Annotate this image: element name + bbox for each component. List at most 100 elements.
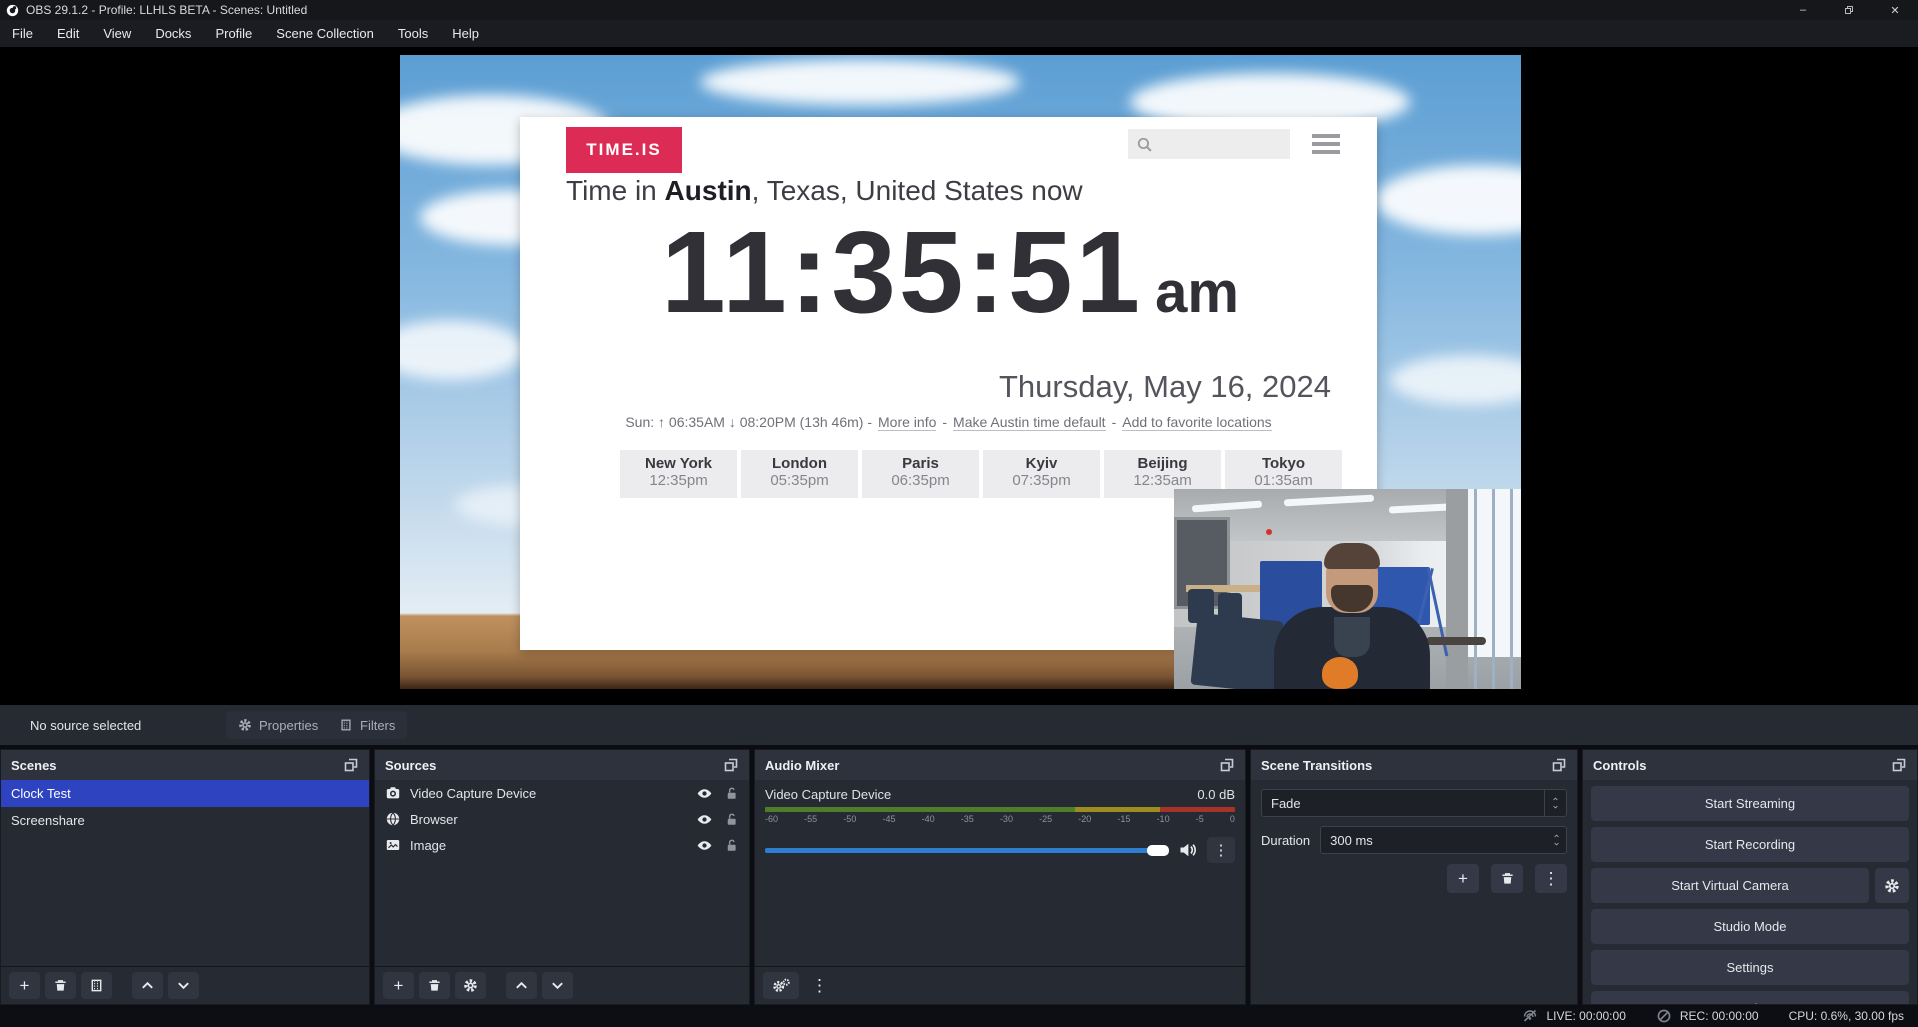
clock-ampm: am xyxy=(1155,259,1239,326)
cloud xyxy=(1390,355,1521,405)
mixer-menu-button[interactable]: ⋮ xyxy=(804,972,835,999)
window-title: OBS 29.1.2 - Profile: LLHLS BETA - Scene… xyxy=(26,3,307,17)
city-tile[interactable]: London05:35pm xyxy=(741,450,858,498)
filters-icon xyxy=(339,718,353,732)
chevron-up-icon xyxy=(140,978,155,993)
scenes-title: Scenes xyxy=(11,758,57,773)
audio-mixer-panel: Audio Mixer Video Capture Device 0.0 dB … xyxy=(754,749,1246,1005)
settings-button[interactable]: Settings xyxy=(1591,950,1909,985)
restore-button[interactable] xyxy=(1826,0,1872,20)
popout-icon[interactable] xyxy=(723,757,739,773)
studio-mode-button[interactable]: Studio Mode xyxy=(1591,909,1909,944)
add-favorite-link[interactable]: Add to favorite locations xyxy=(1122,414,1271,431)
trash-icon xyxy=(427,978,442,993)
lock-icon[interactable] xyxy=(724,838,739,853)
search-icon xyxy=(1136,136,1153,153)
mixer-channel-menu-button[interactable]: ⋮ xyxy=(1207,837,1235,863)
source-row-image[interactable]: Image xyxy=(375,832,749,858)
clock-time: 11:35:51 xyxy=(661,205,1143,339)
record-inactive-icon xyxy=(1656,1008,1672,1024)
popout-icon[interactable] xyxy=(1219,757,1235,773)
properties-button[interactable]: Properties xyxy=(226,711,330,739)
close-button[interactable]: ✕ xyxy=(1872,0,1918,20)
globe-icon xyxy=(385,811,401,827)
scene-up-button[interactable] xyxy=(132,972,163,999)
popout-icon[interactable] xyxy=(1551,757,1567,773)
source-row-video-capture[interactable]: Video Capture Device xyxy=(375,780,749,806)
scene-item-clock-test[interactable]: Clock Test xyxy=(1,780,369,807)
start-streaming-button[interactable]: Start Streaming xyxy=(1591,786,1909,821)
remove-transition-button[interactable] xyxy=(1491,864,1523,893)
more-info-link[interactable]: More info xyxy=(878,414,936,431)
chevron-down-icon xyxy=(176,978,191,993)
city-tile[interactable]: New York12:35pm xyxy=(620,450,737,498)
advanced-audio-button[interactable] xyxy=(763,972,799,999)
search-input[interactable] xyxy=(1128,129,1290,159)
source-properties-button[interactable] xyxy=(455,972,486,999)
preview-canvas[interactable]: TIME.IS Time in Austin, Texas, United St… xyxy=(400,55,1521,689)
dock-area: Scenes Clock Test Screenshare + Sources … xyxy=(0,749,1918,1005)
transition-select[interactable]: Fade xyxy=(1261,789,1567,817)
menu-file[interactable]: File xyxy=(0,20,45,47)
menu-edit[interactable]: Edit xyxy=(45,20,91,47)
remove-source-button[interactable] xyxy=(419,972,450,999)
rec-timer: REC: 00:00:00 xyxy=(1680,1009,1759,1023)
remove-scene-button[interactable] xyxy=(45,972,76,999)
transition-menu-button[interactable]: ⋮ xyxy=(1535,864,1567,893)
duration-input[interactable]: 300 ms xyxy=(1320,826,1567,854)
lock-icon[interactable] xyxy=(724,786,739,801)
speaker-icon[interactable] xyxy=(1178,840,1198,860)
chevron-down-icon xyxy=(550,978,565,993)
exit-button[interactable]: Exit xyxy=(1591,991,1909,1004)
start-recording-button[interactable]: Start Recording xyxy=(1591,827,1909,862)
cloud xyxy=(400,320,525,380)
gear-icon xyxy=(1884,878,1900,894)
city-tile[interactable]: Paris06:35pm xyxy=(862,450,979,498)
source-up-button[interactable] xyxy=(506,972,537,999)
menu-help[interactable]: Help xyxy=(440,20,491,47)
filters-icon xyxy=(89,978,104,993)
lock-icon[interactable] xyxy=(724,812,739,827)
add-scene-button[interactable]: + xyxy=(9,972,40,999)
menu-profile[interactable]: Profile xyxy=(203,20,264,47)
menu-scene-collection[interactable]: Scene Collection xyxy=(264,20,386,47)
eye-icon[interactable] xyxy=(696,785,713,802)
city-tile[interactable]: Kyiv07:35pm xyxy=(983,450,1100,498)
menubar: File Edit View Docks Profile Scene Colle… xyxy=(0,20,1918,47)
source-toolbar: No source selected Properties Filters xyxy=(0,705,1918,745)
menu-tools[interactable]: Tools xyxy=(386,20,440,47)
spin-down-icon[interactable] xyxy=(1552,841,1561,847)
source-row-browser[interactable]: Browser xyxy=(375,806,749,832)
popout-icon[interactable] xyxy=(343,757,359,773)
minimize-button[interactable]: – xyxy=(1780,0,1826,20)
preview-area: TIME.IS Time in Austin, Texas, United St… xyxy=(0,47,1918,705)
make-default-link[interactable]: Make Austin time default xyxy=(953,414,1106,431)
menu-docks[interactable]: Docks xyxy=(143,20,203,47)
popout-icon[interactable] xyxy=(1891,757,1907,773)
timeis-logo[interactable]: TIME.IS xyxy=(566,127,682,173)
volume-slider[interactable] xyxy=(765,848,1169,853)
hamburger-menu-icon[interactable] xyxy=(1312,134,1340,154)
audio-gears-icon xyxy=(772,978,791,993)
sources-title: Sources xyxy=(385,758,436,773)
source-down-button[interactable] xyxy=(542,972,573,999)
spin-up-icon[interactable] xyxy=(1552,833,1561,839)
eye-icon[interactable] xyxy=(696,837,713,854)
live-timer: LIVE: 00:00:00 xyxy=(1546,1009,1625,1023)
virtual-camera-settings-button[interactable] xyxy=(1875,868,1909,903)
start-virtual-camera-button[interactable]: Start Virtual Camera xyxy=(1591,868,1869,903)
add-transition-button[interactable]: + xyxy=(1447,864,1479,893)
webcam-overlay[interactable] xyxy=(1174,489,1521,689)
scene-filters-button[interactable] xyxy=(81,972,112,999)
volume-slider-handle[interactable] xyxy=(1147,845,1169,856)
statusbar: LIVE: 00:00:00 REC: 00:00:00 CPU: 0.6%, … xyxy=(0,1005,1918,1027)
add-source-button[interactable]: + xyxy=(383,972,414,999)
controls-panel: Controls Start Streaming Start Recording… xyxy=(1582,749,1918,1005)
cpu-fps-stats: CPU: 0.6%, 30.00 fps xyxy=(1789,1009,1904,1023)
scene-down-button[interactable] xyxy=(168,972,199,999)
menu-view[interactable]: View xyxy=(91,20,143,47)
scene-item-screenshare[interactable]: Screenshare xyxy=(1,807,369,834)
eye-icon[interactable] xyxy=(696,811,713,828)
filters-button[interactable]: Filters xyxy=(327,711,407,739)
chevron-up-icon xyxy=(514,978,529,993)
